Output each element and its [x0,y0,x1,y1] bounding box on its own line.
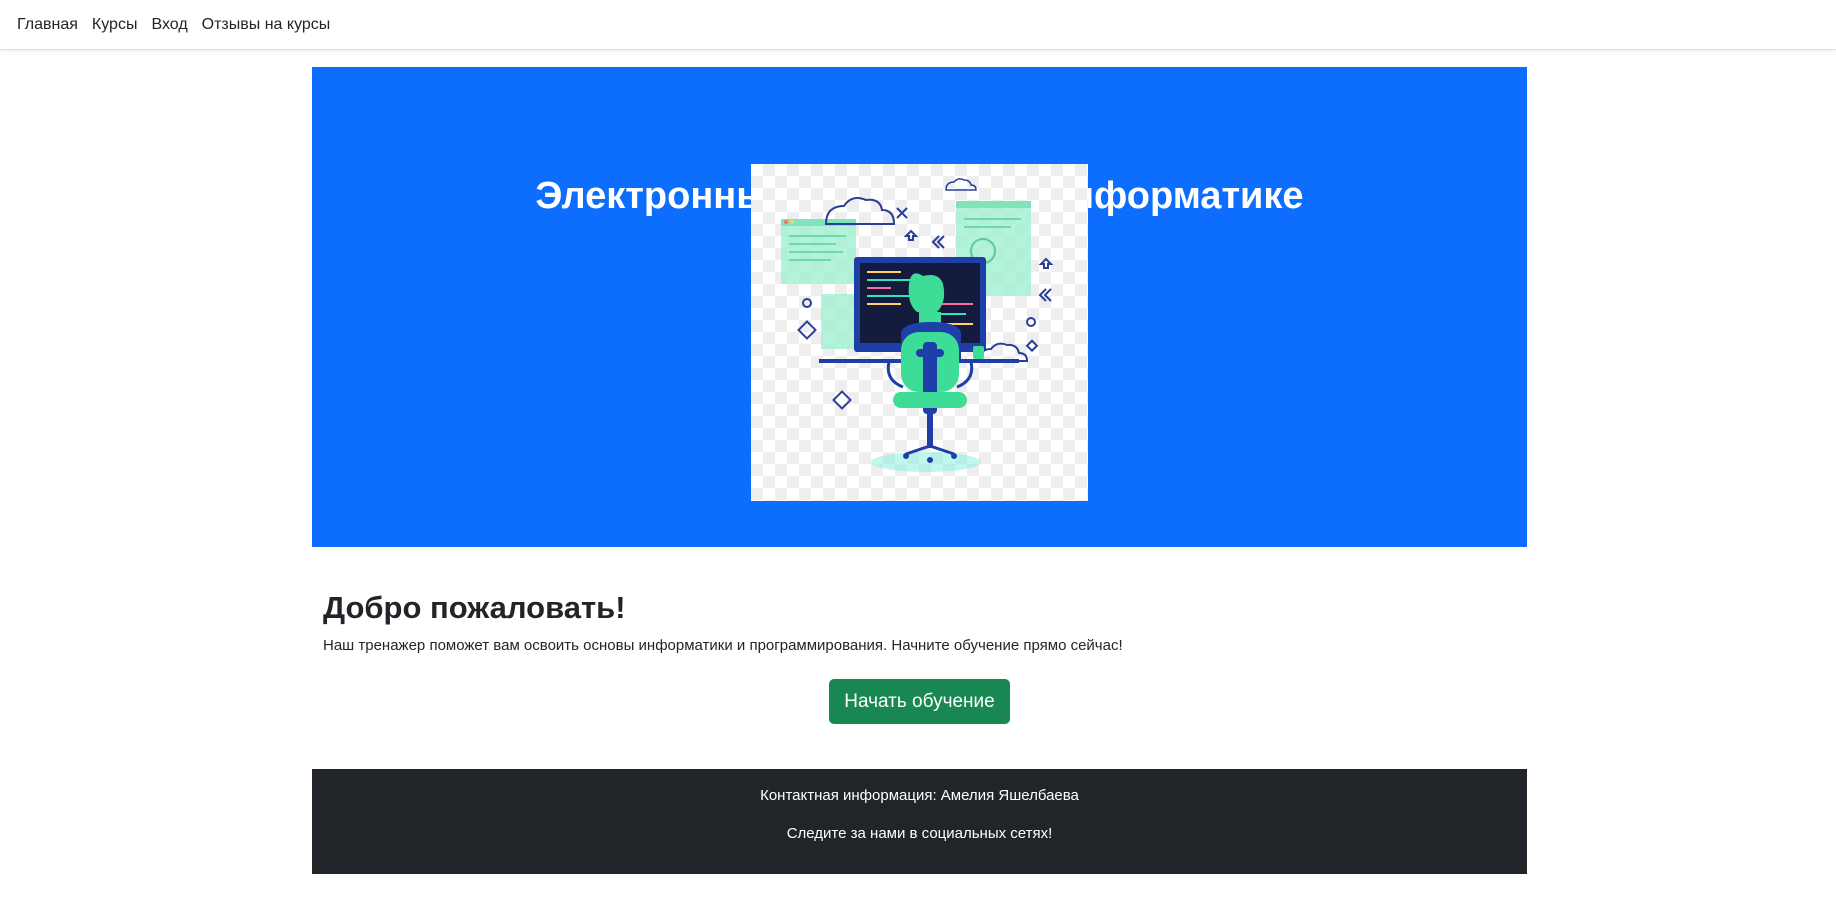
programmer-illustration-svg [781,178,1054,472]
footer-contact: Контактная информация: Амелия Яшелбаева [760,787,1079,804]
footer: Контактная информация: Амелия Яшелбаева … [312,769,1527,874]
welcome-title: Добро пожаловать! [323,590,626,625]
nav-link-reviews[interactable]: Отзывы на курсы [195,0,338,50]
page: Главная Курсы Вход Отзывы на курсы Элект… [0,0,1836,922]
nav-link-home[interactable]: Главная [10,0,85,50]
hero-banner: Электронный тренажер по информатике [312,67,1527,547]
footer-social: Следите за нами в социальных сетях! [786,825,1053,842]
navbar: Главная Курсы Вход Отзывы на курсы [0,0,1836,50]
nav-link-courses[interactable]: Курсы [85,0,145,50]
start-learning-button[interactable]: Начать обучение [829,679,1010,724]
nav-link-login[interactable]: Вход [144,0,194,50]
programmer-illustration [751,164,1088,501]
welcome-text: Наш тренажер поможет вам освоить основы … [323,637,1123,654]
